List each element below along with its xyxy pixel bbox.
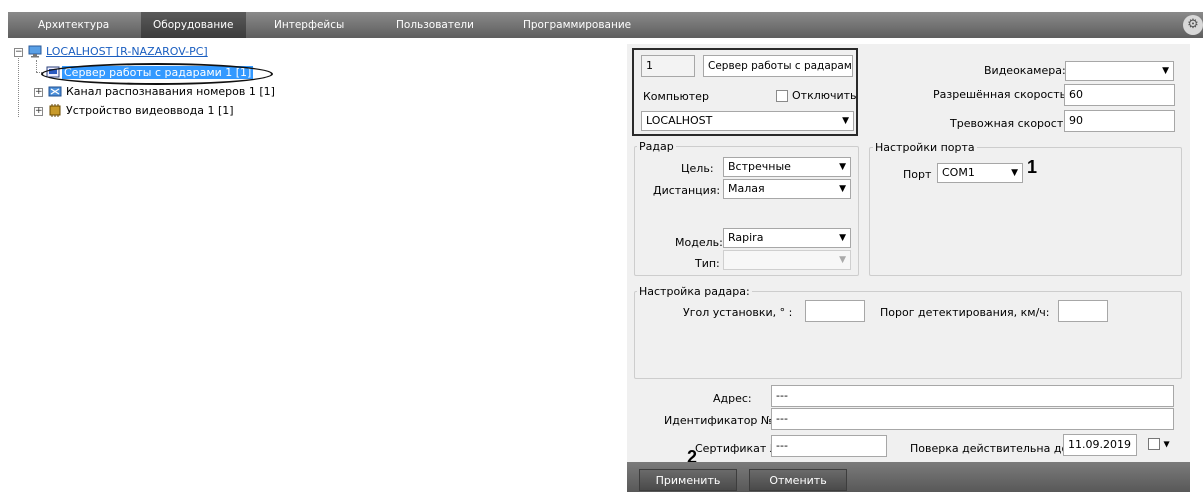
calendar-icon	[1148, 438, 1160, 450]
tab-equipment[interactable]: Оборудование	[141, 12, 246, 38]
tree-item-plate-recognition[interactable]: Канал распознавания номеров 1 [1]	[66, 84, 275, 100]
computer-icon	[28, 45, 42, 58]
type-label: Тип:	[695, 257, 720, 270]
plate-recognition-icon	[48, 86, 62, 97]
model-label: Модель:	[675, 236, 723, 249]
target-label: Цель:	[681, 162, 714, 175]
hardware-tree: − LOCALHOST [R-NAZAROV-PC] Сервер работы…	[10, 44, 610, 144]
collapse-root-icon[interactable]: −	[14, 48, 23, 57]
tab-architecture[interactable]: Архитектура	[26, 12, 121, 38]
tree-item-video-capture[interactable]: Устройство видеоввода 1 [1]	[66, 103, 234, 119]
port-group-title: Настройки порта	[873, 141, 977, 154]
model-select[interactable]: Rapira ▼	[723, 228, 851, 248]
camera-label: Видеокамера:	[984, 64, 1066, 77]
computer-label: Компьютер	[643, 90, 709, 103]
expand-video-capture-icon[interactable]: +	[34, 107, 43, 116]
chevron-down-icon: ▼	[839, 233, 846, 243]
chevron-down-icon: ▼	[1011, 168, 1018, 178]
video-capture-icon	[49, 104, 61, 117]
angle-label: Угол установки, ° :	[683, 306, 793, 319]
disable-checkbox[interactable]	[776, 90, 788, 102]
distance-label: Дистанция:	[653, 184, 721, 197]
radar-group-title: Радар	[637, 140, 676, 153]
tab-interfaces[interactable]: Интерфейсы	[262, 12, 356, 38]
tree-connector	[18, 58, 19, 117]
cancel-button[interactable]: Отменить	[749, 469, 847, 491]
tab-programming[interactable]: Программирование	[511, 12, 643, 38]
allowed-speed-label: Разрешённая скорость:	[933, 88, 1070, 101]
settings-panel: 1 Сервер работы с радарами Компьютер Отк…	[627, 44, 1190, 492]
object-name-field[interactable]: Сервер работы с радарами	[703, 55, 853, 77]
port-label: Порт	[903, 168, 932, 181]
tree-root-label[interactable]: LOCALHOST [R-NAZAROV-PC]	[46, 44, 208, 60]
chevron-down-icon: ▼	[1163, 439, 1170, 449]
disable-label: Отключить	[792, 89, 857, 102]
identifier-label: Идентификатор №:	[664, 414, 777, 427]
tree-connector	[36, 60, 37, 72]
address-field[interactable]: ---	[771, 385, 1174, 407]
type-select[interactable]: ▼	[723, 250, 851, 270]
allowed-speed-field[interactable]: 60	[1064, 84, 1175, 106]
camera-select[interactable]: ▼	[1065, 61, 1174, 81]
highlight-ellipse	[41, 63, 273, 85]
angle-field[interactable]	[805, 300, 865, 322]
port-select[interactable]: COM1 ▼	[937, 163, 1023, 183]
identifier-field[interactable]: ---	[771, 408, 1174, 430]
verification-label: Поверка действительна до:	[910, 442, 1072, 455]
chevron-down-icon: ▼	[839, 162, 846, 172]
settings-gear-icon[interactable]: ⚙	[1183, 15, 1203, 35]
radar-setup-title: Настройка радара:	[637, 285, 752, 298]
chevron-down-icon: ▼	[842, 116, 849, 126]
calendar-picker[interactable]: ▼	[1148, 437, 1176, 453]
annotation-marker-1: 1	[1027, 157, 1038, 177]
threshold-field[interactable]	[1058, 300, 1108, 322]
verification-date-field[interactable]: 11.09.2019	[1063, 434, 1137, 456]
certificate-field[interactable]: ---	[771, 435, 887, 457]
alarm-speed-field[interactable]: 90	[1064, 110, 1175, 132]
port-group	[869, 147, 1182, 276]
object-id-field[interactable]: 1	[641, 55, 695, 77]
apply-button[interactable]: Применить	[639, 469, 737, 491]
chevron-down-icon: ▼	[1162, 66, 1169, 76]
main-tab-bar: Архитектура Оборудование Интерфейсы Поль…	[8, 12, 1203, 38]
expand-plate-recognition-icon[interactable]: +	[34, 88, 43, 97]
address-label: Адрес:	[713, 392, 752, 405]
alarm-speed-label: Тревожная скорость:	[950, 117, 1074, 130]
distance-select[interactable]: Малая ▼	[723, 179, 851, 199]
chevron-down-icon: ▼	[839, 255, 846, 265]
target-select[interactable]: Встречные ▼	[723, 157, 851, 177]
chevron-down-icon: ▼	[839, 184, 846, 194]
tab-users[interactable]: Пользователи	[384, 12, 486, 38]
threshold-label: Порог детектирования, км/ч:	[880, 306, 1050, 319]
computer-select[interactable]: LOCALHOST ▼	[641, 111, 854, 131]
bottom-button-bar: Применить Отменить	[627, 462, 1190, 492]
